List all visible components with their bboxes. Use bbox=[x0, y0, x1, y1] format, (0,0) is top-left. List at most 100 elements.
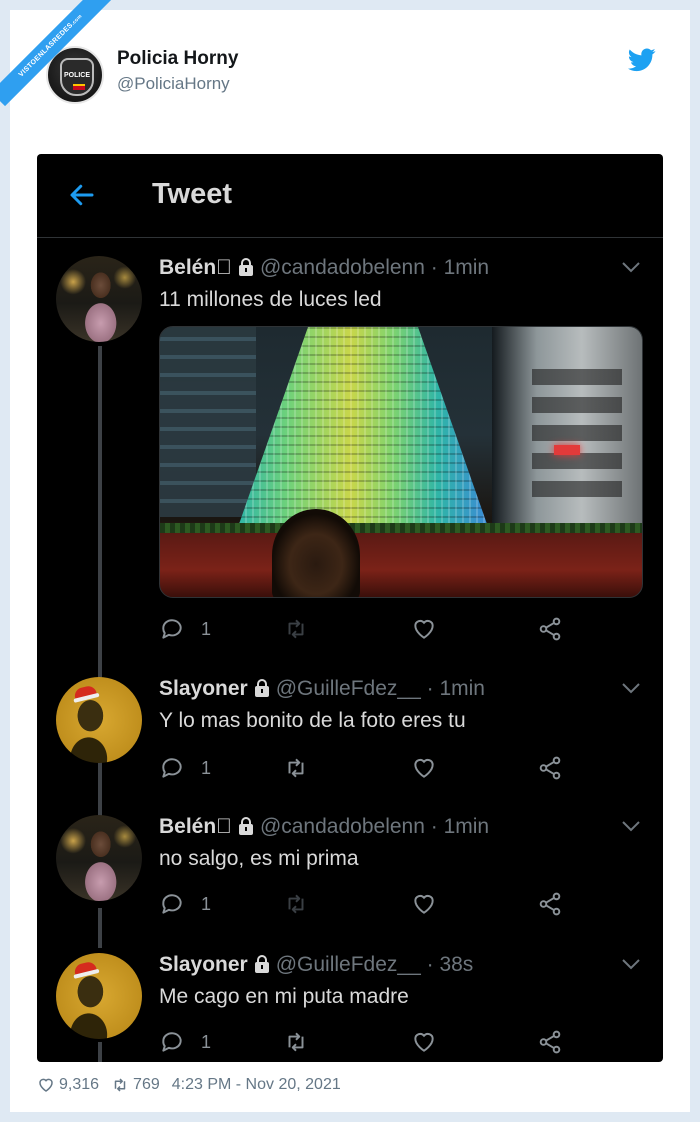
chevron-down-icon[interactable] bbox=[621, 260, 641, 274]
tweet-header: Slayoner @GuilleFdez__ · 38s bbox=[159, 953, 473, 977]
retweet-button[interactable] bbox=[283, 1027, 309, 1057]
thread-line bbox=[98, 1042, 102, 1062]
share-icon bbox=[539, 1030, 561, 1054]
retweet-icon bbox=[288, 894, 304, 914]
like-count: 9,316 bbox=[59, 1076, 100, 1093]
author-handle[interactable]: @GuilleFdez__ bbox=[276, 953, 421, 976]
author-name[interactable]: Slayoner bbox=[159, 953, 248, 976]
tweet-time: · 38s bbox=[426, 953, 474, 976]
retweet-icon bbox=[288, 1032, 304, 1052]
tweet-screenshot: Tweet Belén  @candadobelenn · 1min 11 mil… bbox=[37, 154, 663, 1062]
like-button[interactable] bbox=[411, 614, 437, 644]
avatar[interactable] bbox=[56, 953, 142, 1039]
avatar[interactable] bbox=[56, 256, 142, 342]
retweet-icon bbox=[288, 619, 304, 639]
flag-icon bbox=[73, 84, 85, 90]
reply-count: 1 bbox=[201, 1031, 212, 1052]
like-icon bbox=[414, 758, 434, 778]
tweet-header: Belén  @candadobelenn · 1min bbox=[159, 815, 489, 839]
author-name[interactable]: Slayoner bbox=[159, 677, 248, 700]
author-handle[interactable]: @GuilleFdez__ bbox=[276, 677, 421, 700]
retweet-button[interactable] bbox=[283, 614, 309, 644]
author-handle[interactable]: @candadobelenn bbox=[260, 256, 425, 279]
like-button[interactable] bbox=[411, 1027, 437, 1057]
share-icon bbox=[539, 756, 561, 780]
retweet-button[interactable] bbox=[283, 889, 309, 919]
thread-line bbox=[98, 768, 102, 808]
reply-icon bbox=[162, 894, 182, 914]
embed-footer: 9,316 769 4:23 PM - Nov 20, 2021 bbox=[37, 1076, 341, 1094]
author-handle[interactable]: @candadobelenn bbox=[260, 815, 425, 838]
person-silhouette bbox=[272, 509, 360, 597]
lock-icon bbox=[238, 258, 253, 276]
reply-icon bbox=[162, 619, 182, 639]
retweet-count: 769 bbox=[133, 1076, 160, 1093]
tweet-actions: 1 bbox=[159, 614, 643, 644]
reply-button[interactable]: 1 bbox=[159, 753, 211, 783]
avatar[interactable] bbox=[56, 815, 142, 901]
retweet-icon bbox=[288, 758, 304, 778]
tweet-timestamp[interactable]: 4:23 PM - Nov 20, 2021 bbox=[172, 1076, 341, 1094]
share-button[interactable] bbox=[537, 614, 563, 644]
like-button[interactable] bbox=[411, 889, 437, 919]
like-icon bbox=[414, 619, 434, 639]
reply-count: 1 bbox=[201, 893, 212, 914]
tweet-text: 11 millones de luces led bbox=[159, 288, 382, 311]
back-arrow-icon[interactable] bbox=[67, 180, 97, 210]
reply-count: 1 bbox=[201, 618, 212, 639]
like-icon bbox=[414, 1032, 434, 1052]
tweet-actions: 1 bbox=[159, 753, 643, 783]
like-button[interactable] bbox=[411, 753, 437, 783]
tweet-actions: 1 bbox=[159, 889, 643, 919]
reply-button[interactable]: 1 bbox=[159, 1027, 211, 1057]
chevron-down-icon[interactable] bbox=[621, 819, 641, 833]
led-tree bbox=[238, 327, 488, 527]
share-icon bbox=[539, 892, 561, 916]
lock-icon bbox=[254, 679, 269, 697]
tweet-time: · 1min bbox=[430, 815, 490, 838]
reply-button[interactable]: 1 bbox=[159, 889, 211, 919]
reply-icon bbox=[162, 758, 182, 778]
tweet-time: · 1min bbox=[426, 677, 485, 700]
tweet-text: no salgo, es mi prima bbox=[159, 847, 359, 870]
lock-icon bbox=[238, 817, 253, 835]
tweet-text: Me cago en mi puta madre bbox=[159, 985, 409, 1008]
santa-hat bbox=[73, 960, 97, 976]
author-name[interactable]: Belén  bbox=[159, 815, 232, 838]
chevron-down-icon[interactable] bbox=[621, 957, 641, 971]
thread-line bbox=[98, 908, 102, 948]
neon-sign bbox=[554, 445, 580, 455]
share-button[interactable] bbox=[537, 753, 563, 783]
lock-icon bbox=[254, 955, 269, 973]
top-bar: Tweet bbox=[37, 154, 663, 238]
like-icon[interactable] bbox=[37, 1076, 55, 1094]
author-name[interactable]: Policia Horny bbox=[117, 48, 238, 70]
avatar[interactable] bbox=[56, 677, 142, 763]
retweet-icon[interactable] bbox=[111, 1076, 129, 1094]
building bbox=[492, 327, 642, 527]
twitter-bird-icon[interactable] bbox=[628, 48, 656, 72]
reply-icon bbox=[162, 1032, 182, 1052]
railing bbox=[160, 523, 642, 533]
tweet-photo[interactable] bbox=[159, 326, 643, 598]
author-name[interactable]: Belén  bbox=[159, 256, 232, 279]
author-handle[interactable]: @PoliciaHorny bbox=[117, 74, 230, 94]
share-icon bbox=[539, 617, 561, 641]
tweet-time: · 1min bbox=[430, 256, 490, 279]
tweet-text: Y lo mas bonito de la foto eres tu bbox=[159, 709, 466, 732]
page-title: Tweet bbox=[152, 178, 233, 210]
like-icon bbox=[414, 894, 434, 914]
chevron-down-icon[interactable] bbox=[621, 681, 641, 695]
share-button[interactable] bbox=[537, 1027, 563, 1057]
tweet-header: Belén  @candadobelenn · 1min bbox=[159, 256, 489, 280]
santa-hat bbox=[73, 684, 97, 700]
police-badge-icon: POLICE bbox=[60, 58, 94, 96]
building bbox=[160, 327, 256, 517]
retweet-button[interactable] bbox=[283, 753, 309, 783]
tweet-header: Slayoner @GuilleFdez__ · 1min bbox=[159, 677, 485, 701]
share-button[interactable] bbox=[537, 889, 563, 919]
tweet-actions: 1 bbox=[159, 1027, 643, 1057]
embed-header: POLICE Policia Horny @PoliciaHorny bbox=[46, 46, 686, 106]
reply-count: 1 bbox=[201, 757, 212, 778]
reply-button[interactable]: 1 bbox=[159, 614, 211, 644]
